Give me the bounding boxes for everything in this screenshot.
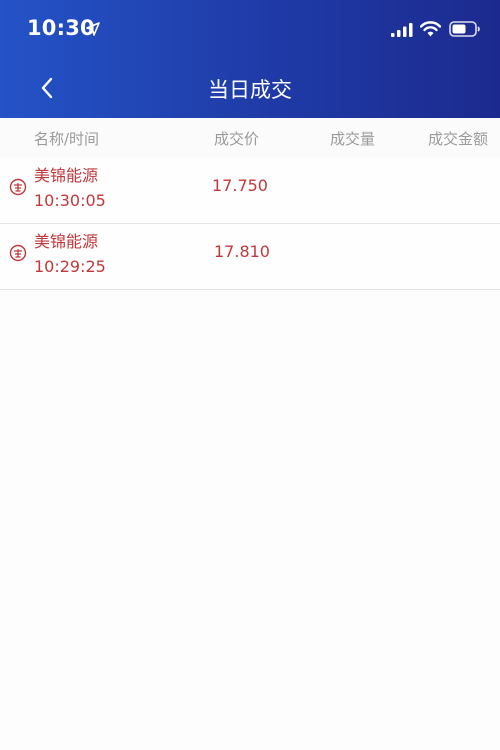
table-header: 名称/时间 成交价 成交量 成交金额 xyxy=(0,118,500,159)
sell-stamp-icon xyxy=(9,244,27,262)
trade-price: 17.750 xyxy=(212,176,268,195)
table-row[interactable]: 美锦能源 10:30:05 17.750 xyxy=(0,158,500,224)
trade-time: 10:29:25 xyxy=(34,257,106,276)
cellular-signal-icon xyxy=(391,23,413,37)
column-name-time: 名称/时间 xyxy=(34,130,100,148)
status-time: 10:30 xyxy=(27,16,95,40)
table-row[interactable]: 美锦能源 10:29:25 17.810 xyxy=(0,224,500,290)
status-bar: 10:30 xyxy=(0,0,500,60)
column-price: 成交价 xyxy=(214,130,260,148)
trade-price: 17.810 xyxy=(214,242,270,261)
column-volume: 成交量 xyxy=(330,130,376,148)
page-title: 当日成交 xyxy=(208,78,292,102)
sell-stamp-icon xyxy=(9,178,27,196)
stock-name: 美锦能源 xyxy=(34,232,99,251)
stock-name: 美锦能源 xyxy=(34,166,99,185)
trade-time: 10:30:05 xyxy=(34,191,106,210)
app-header: 10:30 当日成交 xyxy=(0,0,500,118)
trade-list: 美锦能源 10:30:05 17.750 美锦能源 10:29:25 17.81… xyxy=(0,158,500,290)
column-amount: 成交金额 xyxy=(428,130,489,148)
navigation-bar: 当日成交 xyxy=(0,60,500,118)
battery-icon xyxy=(449,21,480,37)
wifi-icon xyxy=(420,21,441,37)
location-arrow-icon xyxy=(86,22,100,36)
